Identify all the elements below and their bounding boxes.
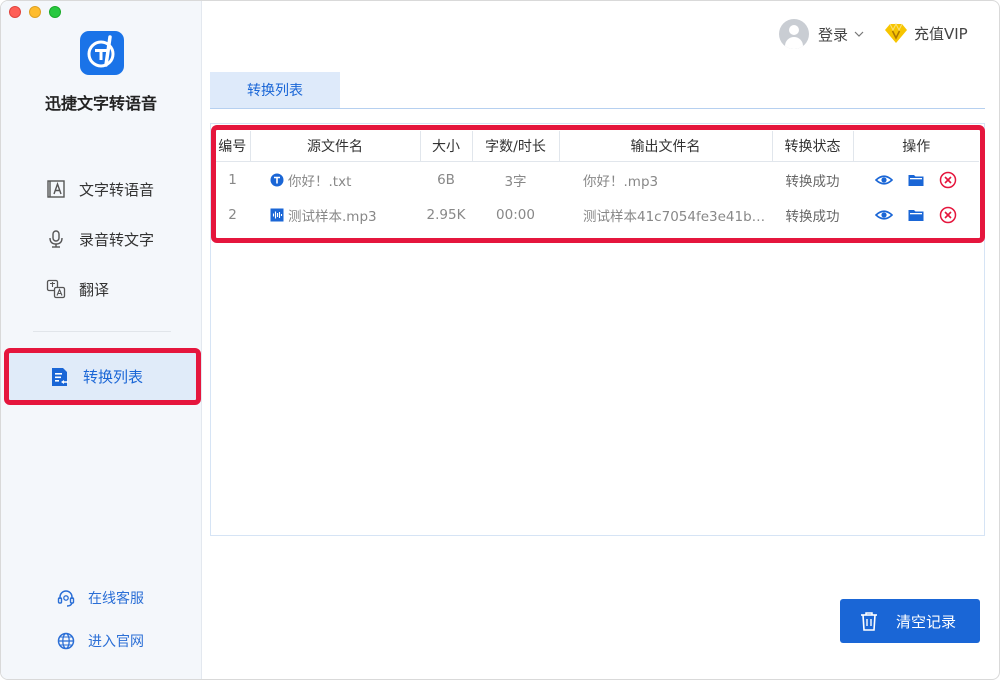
official-site-label: 进入官网 [88, 634, 144, 650]
sidebar-item-label: 转换列表 [83, 368, 144, 386]
trash-icon [858, 610, 880, 632]
table-header-row: 编号 源文件名 大小 字数/时长 输出文件名 转换状态 操作 [215, 131, 979, 162]
col-header-length: 字数/时长 [472, 131, 560, 162]
list-doc-icon [49, 366, 71, 388]
output-file-name: 你好！.mp3 [583, 173, 659, 190]
audio-file-icon [270, 208, 284, 221]
login-menu[interactable]: 登录 [779, 19, 864, 49]
eye-icon [875, 209, 893, 220]
source-file-name: 你好！.txt [288, 173, 352, 190]
microphone-icon [45, 228, 67, 250]
close-circle-icon [939, 171, 957, 188]
vip-diamond-icon [885, 22, 907, 43]
sidebar-item-translate[interactable]: 翻译 [1, 269, 201, 309]
length: 00:00 [496, 206, 535, 223]
sidebar-item-label: 文字转语音 [79, 180, 155, 199]
source-file-cell: 你好！.txt [250, 162, 420, 198]
folder-icon [908, 209, 924, 221]
minimize-window-button[interactable] [29, 6, 41, 18]
sidebar-item-conversion-list[interactable]: 转换列表 [4, 348, 201, 405]
col-header-output: 输出文件名 [559, 131, 773, 162]
online-support-label: 在线客服 [88, 591, 144, 607]
open-folder-button[interactable] [906, 170, 926, 190]
login-label: 登录 [818, 25, 849, 44]
table-row: 2 测试样本.mp3 2.95K 00:00 测试样本41c7054fe3e41… [215, 197, 979, 232]
zoom-window-button[interactable] [49, 6, 61, 18]
tab-bar: 转换列表 [210, 72, 985, 109]
text-file-icon [270, 173, 284, 186]
translate-icon [45, 278, 67, 300]
sidebar-item-label: 录音转文字 [79, 230, 155, 249]
output-file-name: 测试样本41c7054fe3e41b… [583, 208, 766, 225]
vip-recharge-button[interactable]: 充值VIP [884, 21, 968, 45]
globe-icon [56, 631, 76, 651]
actions-cell [853, 197, 979, 232]
col-header-id: 编号 [215, 131, 251, 162]
col-header-actions: 操作 [853, 131, 979, 162]
table-row: 1 你好！.txt 6B 3字 你好！.mp3 转换成功 [215, 162, 979, 198]
delete-button[interactable] [938, 170, 958, 190]
status: 转换成功 [785, 173, 840, 190]
vip-label: 充值VIP [914, 24, 968, 43]
open-folder-button[interactable] [906, 205, 926, 225]
sidebar-item-label: 翻译 [79, 280, 110, 299]
text-to-speech-icon [45, 178, 67, 200]
source-file-cell: 测试样本.mp3 [250, 197, 420, 232]
row-id: 2 [228, 206, 237, 223]
avatar [779, 19, 809, 49]
col-header-size: 大小 [420, 131, 473, 162]
sidebar-item-text-to-speech[interactable]: 文字转语音 [1, 169, 201, 209]
chevron-down-icon [854, 31, 864, 37]
app-window: 迅捷文字转语音 文字转语音 录音转文字 翻译 转换列表 在线客服 进入官网 登录… [0, 0, 1000, 680]
folder-icon [908, 174, 924, 186]
preview-button[interactable] [874, 170, 894, 190]
file-size: 2.95K [426, 206, 466, 223]
source-file-name: 测试样本.mp3 [288, 208, 377, 225]
app-logo-icon [80, 31, 124, 75]
official-site-link[interactable]: 进入官网 [56, 630, 144, 652]
file-size: 6B [437, 171, 455, 188]
status: 转换成功 [785, 208, 840, 225]
sidebar-divider [33, 331, 171, 332]
close-circle-icon [939, 206, 957, 223]
clear-records-button[interactable]: 清空记录 [840, 599, 980, 643]
col-header-status: 转换状态 [772, 131, 854, 162]
row-id: 1 [228, 171, 237, 188]
preview-button[interactable] [874, 205, 894, 225]
col-header-source: 源文件名 [250, 131, 421, 162]
app-name: 迅捷文字转语音 [44, 94, 157, 113]
eye-icon [875, 174, 893, 185]
sidebar: 迅捷文字转语音 文字转语音 录音转文字 翻译 转换列表 在线客服 进入官网 [1, 1, 202, 679]
close-window-button[interactable] [9, 6, 21, 18]
conversion-table: 编号 源文件名 大小 字数/时长 输出文件名 转换状态 操作 1 你好！.txt… [215, 131, 979, 232]
clear-records-label: 清空记录 [896, 612, 957, 631]
length: 3字 [504, 173, 527, 190]
online-support-link[interactable]: 在线客服 [56, 587, 144, 609]
actions-cell [853, 162, 979, 198]
tab-conversion-list[interactable]: 转换列表 [210, 72, 340, 108]
sidebar-item-speech-to-text[interactable]: 录音转文字 [1, 219, 201, 259]
headset-icon [56, 588, 76, 608]
delete-button[interactable] [938, 205, 958, 225]
window-controls [9, 6, 61, 18]
